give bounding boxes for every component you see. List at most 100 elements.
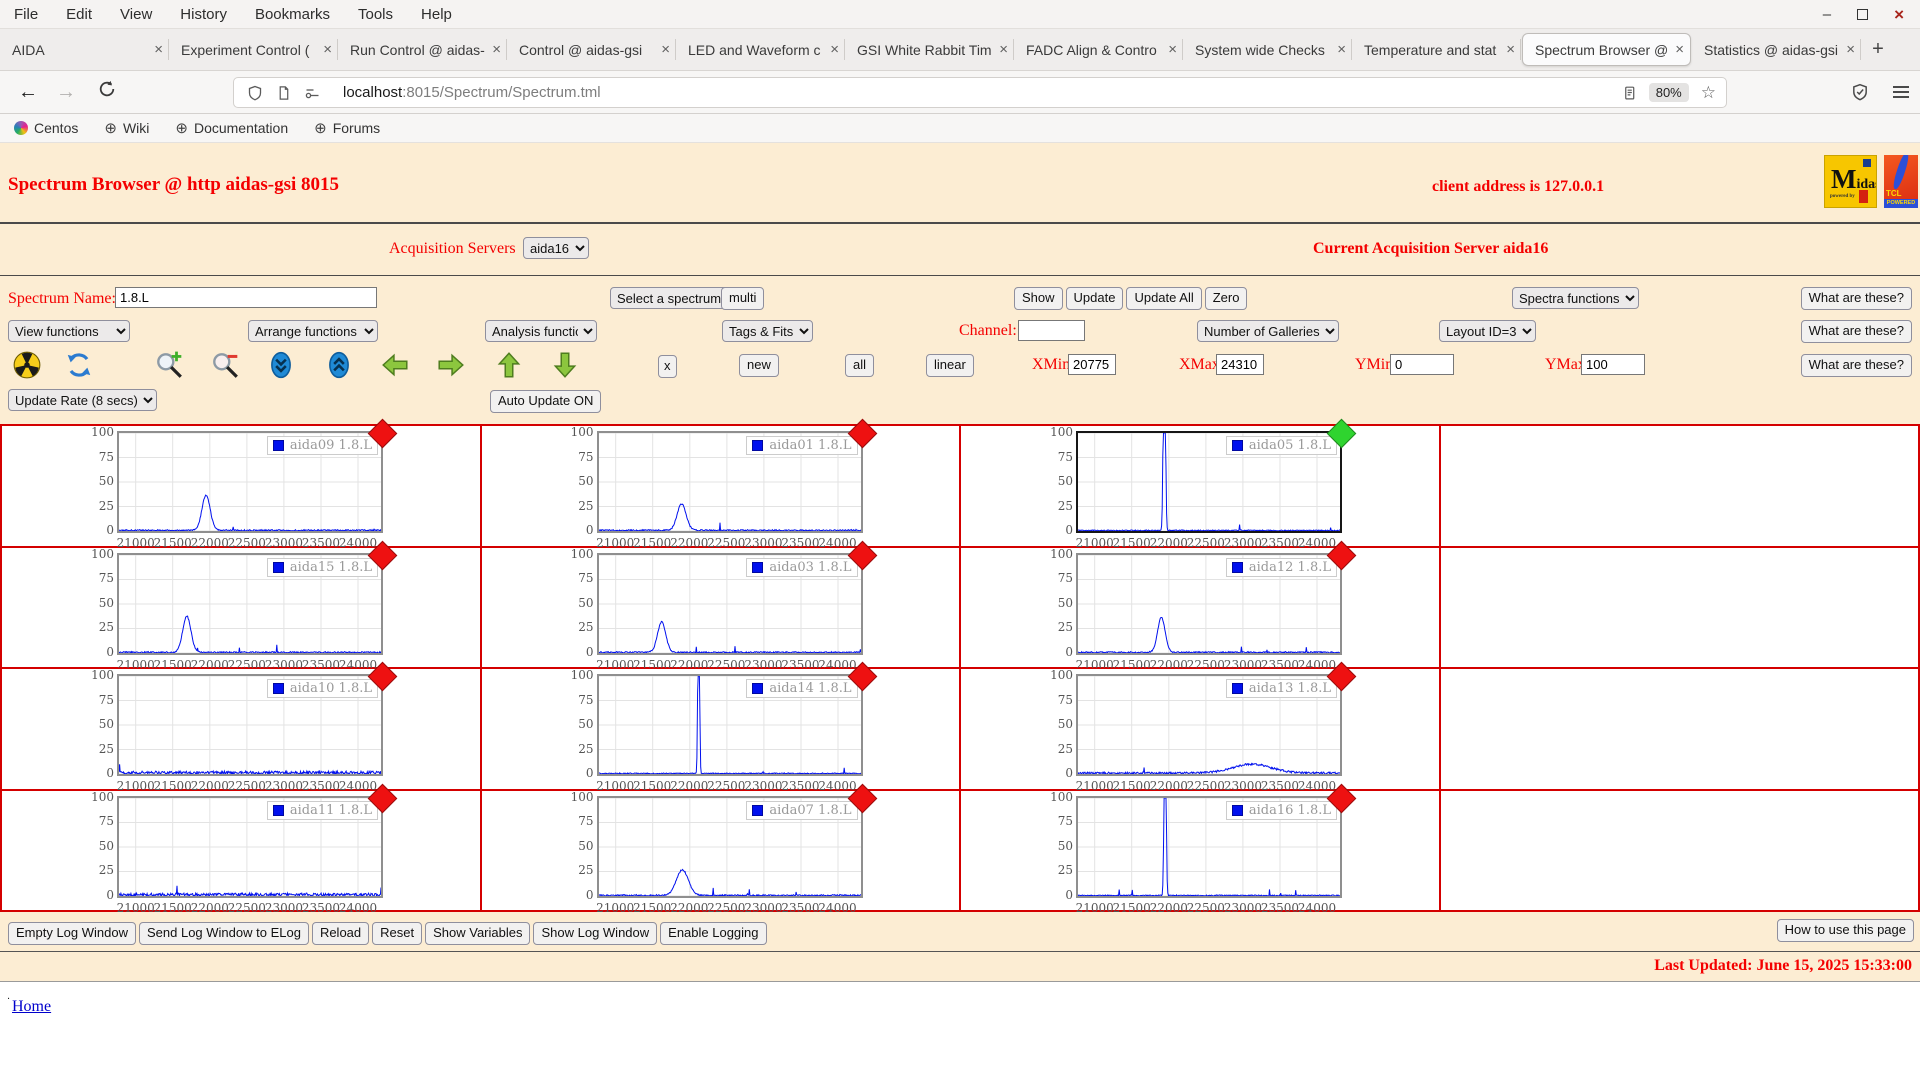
analysis-functions-select[interactable]: Analysis functions bbox=[485, 320, 597, 342]
spectrum-plot[interactable]: aida10 1.8.L bbox=[117, 674, 383, 776]
tab-close-icon[interactable]: × bbox=[1675, 41, 1684, 58]
https-shield-icon[interactable] bbox=[1851, 83, 1869, 106]
tab-close-icon[interactable]: × bbox=[1506, 41, 1515, 58]
midas-logo[interactable]: Midas powered by bbox=[1824, 155, 1877, 208]
menu-tools[interactable]: Tools bbox=[358, 6, 393, 23]
menu-help[interactable]: Help bbox=[421, 6, 452, 23]
tab-6[interactable]: GSI White Rabbit Tim × bbox=[845, 29, 1014, 70]
arrow-left-icon[interactable] bbox=[380, 350, 410, 380]
reader-view-icon[interactable] bbox=[1622, 85, 1637, 101]
zoom-in-icon[interactable] bbox=[154, 350, 184, 380]
how-to-use-button[interactable]: How to use this page bbox=[1776, 919, 1914, 942]
zero-button[interactable]: Zero bbox=[1204, 287, 1248, 310]
spectrum-plot[interactable]: aida11 1.8.L bbox=[117, 795, 383, 898]
reload-button[interactable]: Reload bbox=[311, 922, 370, 945]
close-button[interactable]: × bbox=[1894, 6, 1904, 23]
tab-8[interactable]: System wide Checks × bbox=[1183, 29, 1352, 70]
new-tab-button[interactable]: + bbox=[1861, 29, 1895, 70]
multi-button[interactable]: multi bbox=[721, 287, 765, 310]
url-bar[interactable]: localhost:8015/Spectrum/Spectrum.tml 80%… bbox=[233, 77, 1727, 108]
layout-id-select[interactable]: Layout ID=3 bbox=[1439, 320, 1536, 342]
bookmark-documentation[interactable]: ⊕ Documentation bbox=[175, 119, 288, 137]
menu-hamburger-icon[interactable] bbox=[1893, 86, 1909, 98]
tags-fits-select[interactable]: Tags & Fits bbox=[722, 320, 813, 342]
radioactive-icon[interactable] bbox=[12, 350, 42, 380]
minimize-button[interactable]: – bbox=[1823, 6, 1831, 23]
tab-close-icon[interactable]: × bbox=[323, 41, 332, 58]
acquisition-server-select[interactable]: aida16 bbox=[523, 237, 589, 259]
bookmark-centos[interactable]: Centos bbox=[14, 120, 78, 136]
spectrum-plot[interactable]: aida01 1.8.L bbox=[596, 431, 863, 533]
connection-info-icon[interactable] bbox=[304, 85, 321, 101]
tab-close-icon[interactable]: × bbox=[661, 41, 670, 58]
tab-close-icon[interactable]: × bbox=[1337, 41, 1346, 58]
arrow-down-icon[interactable] bbox=[550, 350, 580, 380]
arrange-functions-select[interactable]: Arrange functions bbox=[248, 320, 378, 342]
new-button[interactable]: new bbox=[739, 354, 779, 377]
tcl-powered-logo[interactable]: TCL POWERED bbox=[1884, 155, 1918, 208]
tab-11[interactable]: Statistics @ aidas-gsi × bbox=[1692, 29, 1861, 70]
tab-9[interactable]: Temperature and stat × bbox=[1352, 29, 1521, 70]
spectrum-plot[interactable]: aida07 1.8.L bbox=[596, 795, 863, 898]
update-all-button[interactable]: Update All bbox=[1126, 287, 1202, 310]
empty-log-window-button[interactable]: Empty Log Window bbox=[8, 922, 136, 945]
spectrum-plot[interactable]: aida03 1.8.L bbox=[596, 552, 863, 655]
refresh-icon[interactable] bbox=[64, 350, 94, 380]
show-variables-button[interactable]: Show Variables bbox=[425, 922, 531, 945]
page-info-icon[interactable] bbox=[276, 85, 291, 101]
tab-3[interactable]: Run Control @ aidas- × bbox=[338, 29, 507, 70]
zoom-level-badge[interactable]: 80% bbox=[1648, 83, 1689, 102]
home-link[interactable]: Home bbox=[12, 998, 51, 1016]
maximize-button[interactable] bbox=[1857, 8, 1869, 20]
spectrum-plot[interactable]: aida09 1.8.L bbox=[117, 431, 383, 533]
tab-close-icon[interactable]: × bbox=[1846, 41, 1855, 58]
spectrum-plot[interactable]: aida12 1.8.L bbox=[1076, 552, 1342, 655]
linear-button[interactable]: linear bbox=[926, 354, 974, 377]
menu-history[interactable]: History bbox=[180, 6, 227, 23]
url-text[interactable]: localhost:8015/Spectrum/Spectrum.tml bbox=[343, 84, 601, 101]
arrow-right-icon[interactable] bbox=[436, 350, 466, 380]
tab-10[interactable]: Spectrum Browser @ × bbox=[1522, 33, 1691, 66]
view-functions-select[interactable]: View functions bbox=[8, 320, 130, 342]
bookmark-wiki[interactable]: ⊕ Wiki bbox=[104, 119, 149, 137]
zoom-out-icon[interactable] bbox=[210, 350, 240, 380]
tab-close-icon[interactable]: × bbox=[830, 41, 839, 58]
reset-button[interactable]: Reset bbox=[372, 922, 423, 945]
all-button[interactable]: all bbox=[845, 354, 875, 377]
what-are-these-button-2[interactable]: What are these? bbox=[1800, 320, 1912, 343]
what-are-these-button-1[interactable]: What are these? bbox=[1800, 287, 1912, 310]
scroll-down-icon[interactable] bbox=[266, 350, 296, 380]
tab-close-icon[interactable]: × bbox=[999, 41, 1008, 58]
spectra-functions-select[interactable]: Spectra functions bbox=[1512, 287, 1639, 309]
tab-5[interactable]: LED and Waveform c × bbox=[676, 29, 845, 70]
auto-update-button[interactable]: Auto Update ON bbox=[490, 390, 602, 413]
bookmark-forums[interactable]: ⊕ Forums bbox=[314, 119, 380, 137]
tab-close-icon[interactable]: × bbox=[154, 41, 163, 58]
scroll-up-icon[interactable] bbox=[324, 350, 354, 380]
back-button[interactable]: ← bbox=[18, 81, 38, 104]
send-log-window-to-elog-button[interactable]: Send Log Window to ELog bbox=[139, 922, 309, 945]
what-are-these-button-3[interactable]: What are these? bbox=[1800, 354, 1912, 377]
menu-file[interactable]: File bbox=[14, 6, 38, 23]
xmin-input[interactable] bbox=[1068, 354, 1116, 375]
tab-7[interactable]: FADC Align & Contro × bbox=[1014, 29, 1183, 70]
spectrum-plot[interactable]: aida15 1.8.L bbox=[117, 552, 383, 655]
ymax-input[interactable] bbox=[1581, 354, 1645, 375]
tab-2[interactable]: Experiment Control (× bbox=[169, 29, 338, 70]
spectrum-plot[interactable]: aida14 1.8.L bbox=[596, 674, 863, 776]
menu-edit[interactable]: Edit bbox=[66, 6, 92, 23]
spectrum-plot[interactable]: aida16 1.8.L bbox=[1076, 795, 1342, 898]
show-log-window-button[interactable]: Show Log Window bbox=[533, 922, 658, 945]
xmax-input[interactable] bbox=[1216, 354, 1264, 375]
show-button[interactable]: Show bbox=[1014, 287, 1063, 310]
update-rate-select[interactable]: Update Rate (8 secs) bbox=[8, 389, 157, 411]
tab-4[interactable]: Control @ aidas-gsi × bbox=[507, 29, 676, 70]
enable-logging-button[interactable]: Enable Logging bbox=[660, 922, 767, 945]
bookmark-star-icon[interactable]: ☆ bbox=[1701, 83, 1716, 103]
tab-1[interactable]: AIDA × bbox=[0, 29, 169, 70]
number-of-galleries-select[interactable]: Number of Galleries bbox=[1197, 320, 1339, 342]
update-button[interactable]: Update bbox=[1065, 287, 1124, 310]
menu-view[interactable]: View bbox=[120, 6, 152, 23]
shield-icon[interactable] bbox=[247, 85, 263, 101]
spectrum-name-input[interactable] bbox=[115, 287, 377, 308]
